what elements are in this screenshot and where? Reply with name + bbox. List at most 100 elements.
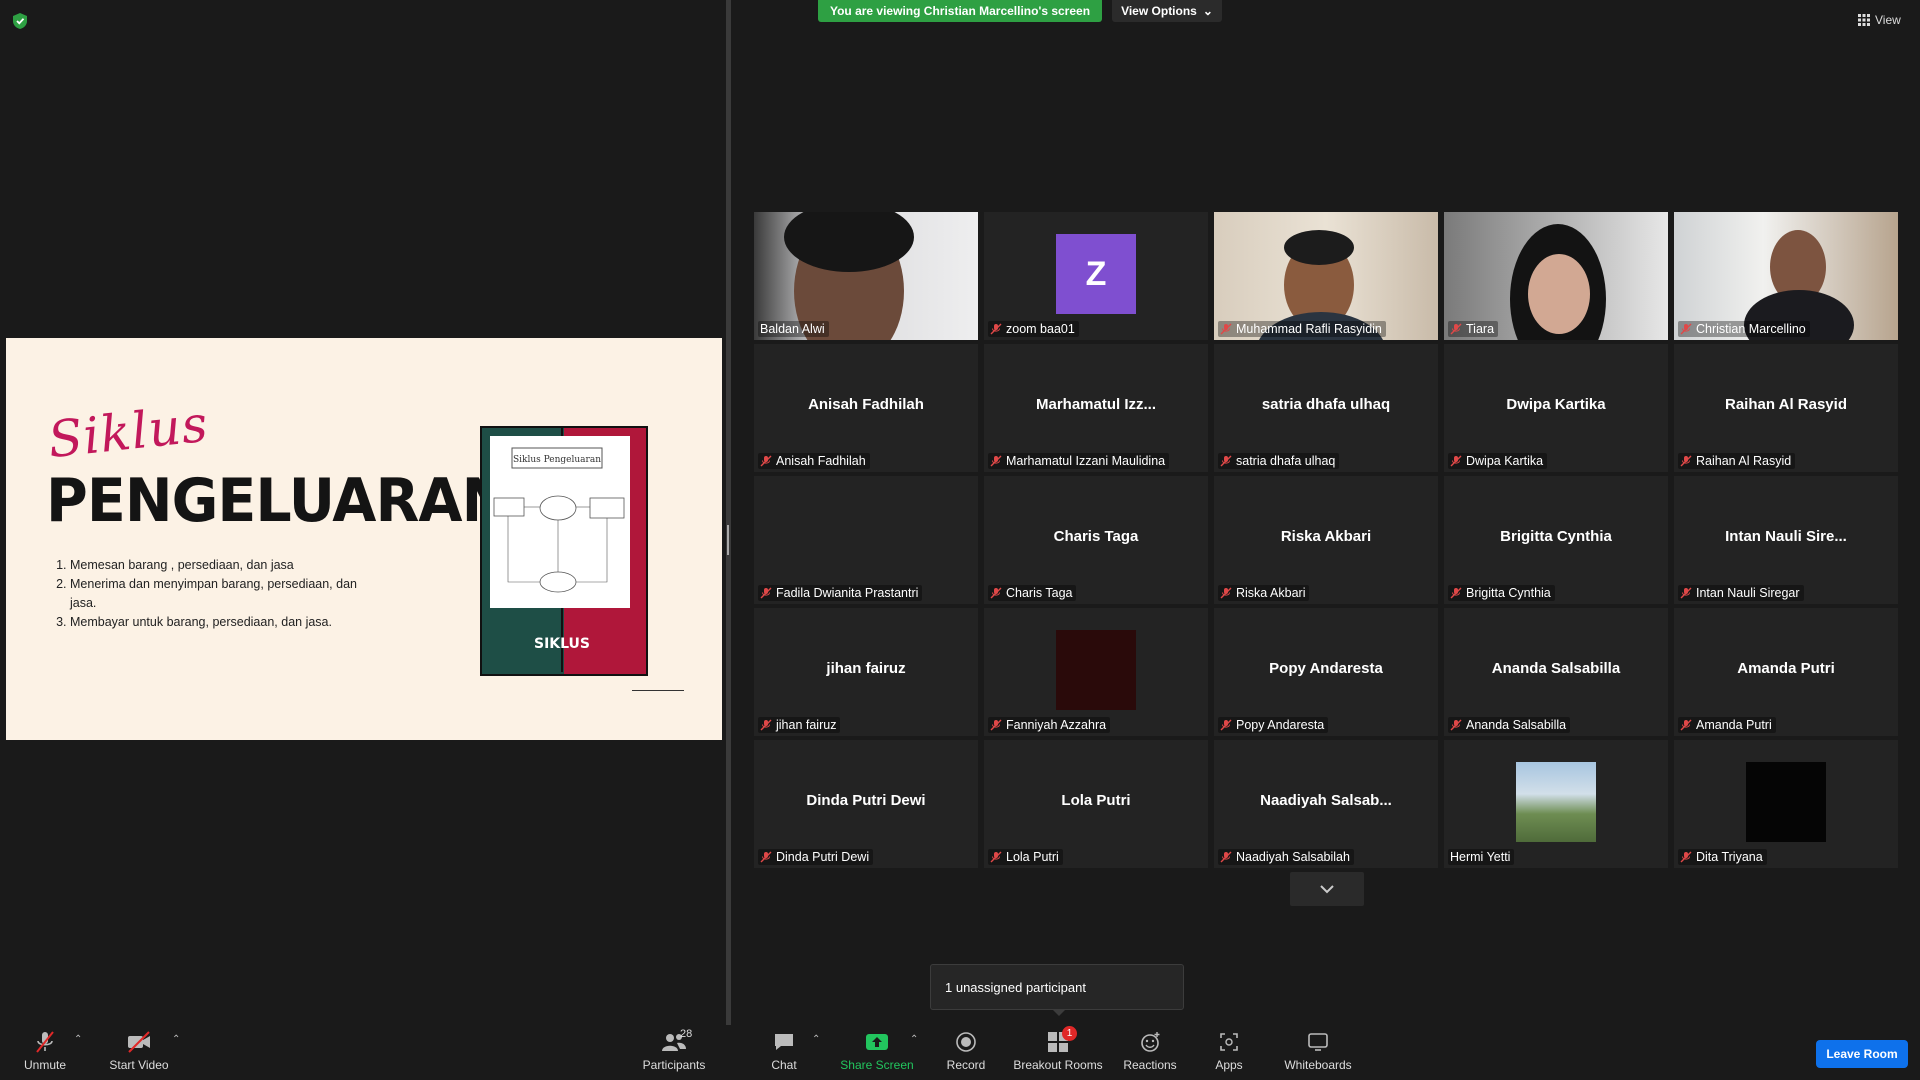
participant-tile[interactable]: Lola Putri Lola Putri: [984, 740, 1208, 868]
breakout-rooms-button[interactable]: 1 Breakout Rooms: [1012, 1026, 1104, 1076]
participant-tile[interactable]: Christian Marcellino: [1674, 212, 1898, 340]
participant-name: Ananda Salsabilla: [1466, 718, 1567, 732]
reactions-button[interactable]: Reactions: [1123, 1030, 1177, 1076]
participant-tile[interactable]: Popy Andaresta Popy Andaresta: [1214, 608, 1438, 736]
participant-tile[interactable]: Zzoom baa01: [984, 212, 1208, 340]
participant-tile[interactable]: Fadila Dwianita Prastantri: [754, 476, 978, 604]
apps-button[interactable]: Apps: [1212, 1030, 1246, 1076]
mic-muted-icon: [1450, 455, 1462, 467]
flowchart-diagram: Siklus Pengeluaran: [493, 447, 625, 593]
participant-tile[interactable]: Riska Akbari Riska Akbari: [1214, 476, 1438, 604]
participant-name: satria dhafa ulhaq: [1236, 454, 1336, 468]
participant-tile[interactable]: Baldan Alwi: [754, 212, 978, 340]
participant-name: Baldan Alwi: [760, 322, 825, 336]
participant-name-label: jihan fairuz: [758, 717, 841, 733]
participant-tile[interactable]: Dwipa Kartika Dwipa Kartika: [1444, 344, 1668, 472]
participant-profile-picture: [1056, 630, 1136, 710]
participant-name: Anisah Fadhilah: [776, 454, 866, 468]
view-options-label: View Options: [1121, 4, 1197, 18]
participant-name-label: Fadila Dwianita Prastantri: [758, 585, 923, 601]
participant-display-name: Anisah Fadhilah: [808, 396, 924, 413]
mic-muted-icon: [990, 455, 1002, 467]
slide-title: PENGELUARAN: [46, 466, 509, 536]
participant-name: Dwipa Kartika: [1466, 454, 1544, 468]
participant-name-label: Anisah Fadhilah: [758, 453, 870, 469]
participant-name-label: Amanda Putri: [1678, 717, 1776, 733]
participant-tile[interactable]: Intan Nauli Sire... Intan Nauli Siregar: [1674, 476, 1898, 604]
split-divider[interactable]: [726, 0, 731, 1025]
share-options-caret[interactable]: ⌃: [910, 1034, 918, 1045]
audio-options-caret[interactable]: ⌃: [74, 1034, 82, 1045]
mic-muted-icon: [1680, 851, 1692, 863]
participant-name: Dita Triyana: [1696, 850, 1763, 864]
participant-display-name: Riska Akbari: [1280, 528, 1372, 545]
participant-tile[interactable]: Raihan Al Rasyid Raihan Al Rasyid: [1674, 344, 1898, 472]
start-video-button[interactable]: Start Video: [106, 1030, 172, 1076]
participant-tile[interactable]: Tiara: [1444, 212, 1668, 340]
participant-tile[interactable]: Muhammad Rafli Rasyidin: [1214, 212, 1438, 340]
chevron-down-icon: ⌄: [1202, 4, 1213, 18]
record-button[interactable]: Record: [944, 1030, 988, 1076]
participant-tile[interactable]: Amanda Putri Amanda Putri: [1674, 608, 1898, 736]
participants-icon: 28: [661, 1028, 692, 1054]
mic-muted-icon: [990, 587, 1002, 599]
participant-name: Fadila Dwianita Prastantri: [776, 586, 919, 600]
participant-tile[interactable]: jihan fairuz jihan fairuz: [754, 608, 978, 736]
share-screen-button[interactable]: Share Screen: [838, 1030, 916, 1076]
breakout-rooms-label: Breakout Rooms: [1013, 1058, 1103, 1072]
participant-tile[interactable]: Ananda Salsabilla Ananda Salsabilla: [1444, 608, 1668, 736]
slide-list-item: Memesan barang , persediaan, dan jasa: [70, 556, 370, 575]
mic-muted-icon: [760, 851, 772, 863]
participants-button[interactable]: 28 Participants: [640, 1028, 708, 1076]
participant-name: Fanniyah Azzahra: [1006, 718, 1107, 732]
mic-muted-icon: [760, 455, 772, 467]
participant-display-name: Lola Putri: [1061, 792, 1131, 809]
participant-tile[interactable]: Fanniyah Azzahra: [984, 608, 1208, 736]
participant-display-name: Intan Nauli Sire...: [1725, 528, 1847, 545]
mic-muted-icon: [1680, 587, 1692, 599]
leave-room-button[interactable]: Leave Room: [1816, 1040, 1908, 1068]
participant-name: Charis Taga: [1006, 586, 1073, 600]
view-options-dropdown[interactable]: View Options ⌄: [1112, 0, 1222, 22]
slide-list-item: Membayar untuk barang, persediaan, dan j…: [70, 613, 370, 632]
chat-button[interactable]: Chat: [762, 1030, 806, 1076]
participant-display-name: Dwipa Kartika: [1506, 396, 1606, 413]
record-icon: [953, 1030, 979, 1054]
participants-count: 28: [680, 1028, 693, 1040]
participant-tile[interactable]: satria dhafa ulhaq satria dhafa ulhaq: [1214, 344, 1438, 472]
slide-decor-line: [632, 690, 684, 691]
participant-profile-picture: [1746, 762, 1826, 842]
participant-name: Lola Putri: [1006, 850, 1059, 864]
view-button[interactable]: View: [1858, 10, 1901, 30]
unassigned-participant-tooltip: 1 unassigned participant: [930, 964, 1184, 1010]
presentation-slide: Siklus PENGELUARAN Memesan barang , pers…: [6, 338, 722, 740]
participant-name: Muhammad Rafli Rasyidin: [1236, 322, 1382, 336]
participant-name: Intan Nauli Siregar: [1696, 586, 1800, 600]
chat-options-caret[interactable]: ⌃: [812, 1034, 820, 1045]
participant-tile[interactable]: Charis Taga Charis Taga: [984, 476, 1208, 604]
participant-tile[interactable]: Hermi Yetti: [1444, 740, 1668, 868]
video-options-caret[interactable]: ⌃: [172, 1034, 180, 1045]
mic-muted-icon: [1450, 323, 1462, 335]
mic-muted-icon: [1220, 719, 1232, 731]
participant-tile[interactable]: Naadiyah Salsab... Naadiyah Salsabilah: [1214, 740, 1438, 868]
divider-handle[interactable]: [727, 525, 729, 555]
whiteboards-button[interactable]: Whiteboards: [1282, 1030, 1354, 1076]
participant-tile[interactable]: Anisah Fadhilah Anisah Fadhilah: [754, 344, 978, 472]
participant-name-label: Naadiyah Salsabilah: [1218, 849, 1354, 865]
viewing-screen-banner: You are viewing Christian Marcellino's s…: [818, 0, 1102, 22]
mic-muted-icon: [990, 851, 1002, 863]
chevron-down-icon: [1320, 885, 1334, 894]
participants-label: Participants: [642, 1058, 706, 1072]
participant-tile[interactable]: Marhamatul Izz... Marhamatul Izzani Mauli…: [984, 344, 1208, 472]
gallery-next-page-button[interactable]: [1290, 872, 1364, 906]
participant-tile[interactable]: Dinda Putri Dewi Dinda Putri Dewi: [754, 740, 978, 868]
participant-display-name: jihan fairuz: [826, 660, 906, 677]
participant-tile[interactable]: Brigitta Cynthia Brigitta Cynthia: [1444, 476, 1668, 604]
participant-tile[interactable]: Dita Triyana: [1674, 740, 1898, 868]
mic-muted-icon: [32, 1030, 58, 1054]
apps-label: Apps: [1215, 1058, 1243, 1072]
video-off-icon: [126, 1030, 152, 1054]
security-shield-icon[interactable]: [12, 12, 28, 30]
unmute-button[interactable]: Unmute: [18, 1030, 72, 1076]
